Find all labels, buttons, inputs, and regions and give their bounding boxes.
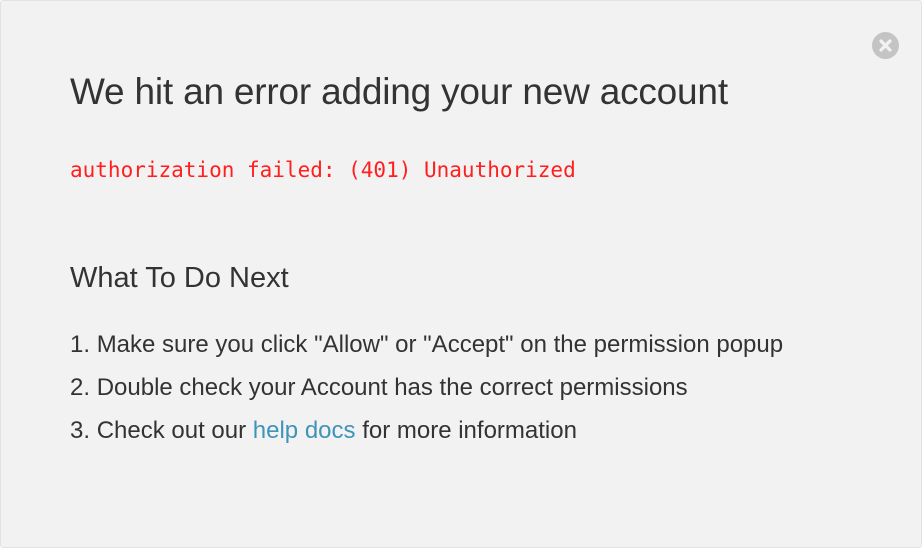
error-dialog: We hit an error adding your new account … [0, 0, 922, 548]
step-item: 3. Check out our help docs for more info… [70, 409, 783, 452]
next-steps-heading: What To Do Next [70, 262, 289, 294]
help-docs-link[interactable]: help docs [253, 417, 356, 444]
next-steps-list: 1. Make sure you click "Allow" or "Accep… [70, 323, 783, 452]
step-text: Double check your Account has the correc… [96, 374, 688, 401]
error-message: authorization failed: (401) Unauthorized [70, 158, 576, 182]
step-item: 1. Make sure you click "Allow" or "Accep… [70, 323, 783, 366]
step-text: Make sure you click "Allow" or "Accept" … [96, 331, 784, 358]
close-x-glyph [879, 39, 892, 52]
step-item: 2. Double check your Account has the cor… [70, 366, 783, 409]
close-icon[interactable] [872, 32, 899, 59]
step-number: 3. [70, 417, 91, 444]
dialog-title: We hit an error adding your new account [70, 71, 728, 112]
step-number: 1. [70, 331, 91, 358]
step-text: Check out our [96, 417, 247, 444]
step-number: 2. [70, 374, 91, 401]
step-text: for more information [362, 417, 577, 444]
